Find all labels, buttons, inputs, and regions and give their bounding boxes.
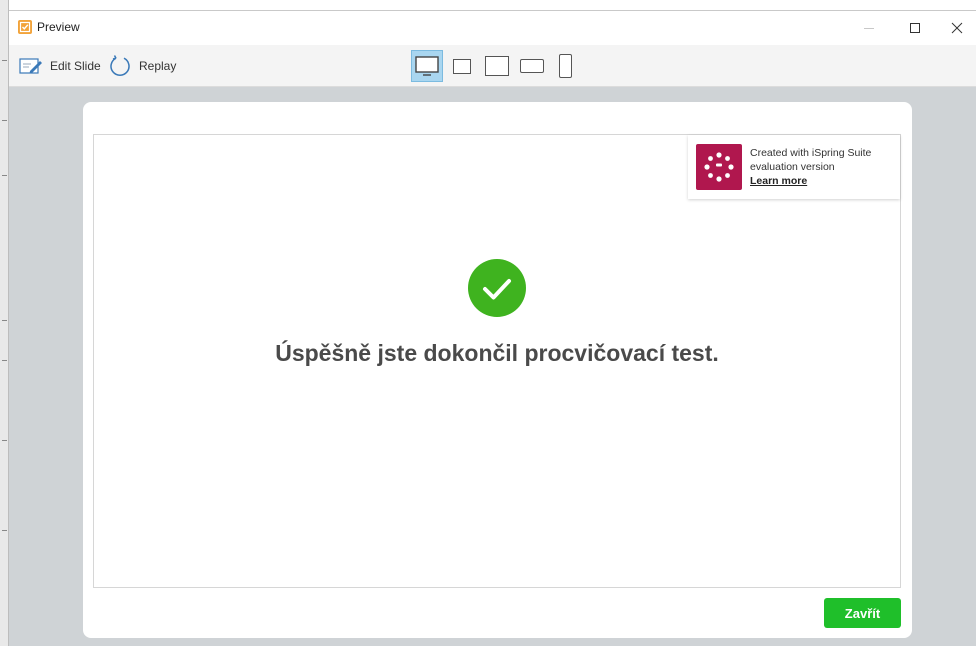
edit-slide-label: Edit Slide bbox=[50, 59, 101, 73]
preview-card: Created with iSpring Suite evaluation ve… bbox=[83, 102, 912, 638]
watermark-line1: Created with iSpring Suite bbox=[750, 147, 872, 159]
maximize-button[interactable] bbox=[892, 11, 938, 45]
watermark-text: Created with iSpring Suite evaluation ve… bbox=[750, 146, 871, 188]
edit-slide-icon bbox=[19, 58, 42, 74]
replay-label: Replay bbox=[139, 59, 177, 73]
preview-icon bbox=[18, 20, 32, 34]
replay-icon bbox=[110, 55, 130, 77]
watermark-line2: evaluation version bbox=[750, 161, 835, 173]
window-title: Preview bbox=[37, 20, 80, 34]
phone-view-button[interactable] bbox=[549, 50, 581, 82]
learn-more-link[interactable]: Learn more bbox=[750, 174, 871, 188]
toolbar: Edit Slide Replay bbox=[9, 45, 976, 87]
desktop-view-button[interactable] bbox=[411, 50, 443, 82]
success-message: Úspěšně jste dokončil procvičovací test. bbox=[275, 340, 719, 366]
close-icon bbox=[951, 22, 963, 34]
tablet-landscape-view-button[interactable] bbox=[516, 50, 548, 82]
phone-icon bbox=[558, 54, 572, 78]
ispring-watermark: Created with iSpring Suite evaluation ve… bbox=[688, 135, 900, 199]
desktop-icon bbox=[415, 56, 439, 76]
edit-slide-button[interactable]: Edit Slide bbox=[19, 53, 101, 79]
replay-button[interactable]: Replay bbox=[108, 53, 176, 79]
preview-window: Preview Edit Slide Replay Created with i… bbox=[9, 10, 976, 646]
title-bar: Preview bbox=[9, 11, 976, 45]
slide-area: Created with iSpring Suite evaluation ve… bbox=[93, 134, 901, 588]
tablet-portrait-icon bbox=[485, 56, 509, 76]
minimize-button[interactable] bbox=[846, 11, 892, 45]
tablet-landscape-small-view-button[interactable] bbox=[446, 50, 478, 82]
tablet-landscape-icon bbox=[520, 59, 544, 73]
left-edge-strip bbox=[0, 0, 9, 646]
minimize-icon bbox=[864, 28, 874, 29]
close-button[interactable]: Zavřít bbox=[824, 598, 901, 628]
checkmark-icon bbox=[483, 279, 511, 300]
ispring-logo bbox=[696, 144, 742, 190]
close-window-button[interactable] bbox=[938, 11, 976, 45]
tablet-portrait-view-button[interactable] bbox=[481, 50, 513, 82]
tablet-landscape-small-icon bbox=[453, 58, 471, 74]
maximize-icon bbox=[910, 23, 920, 33]
success-badge bbox=[468, 259, 526, 317]
